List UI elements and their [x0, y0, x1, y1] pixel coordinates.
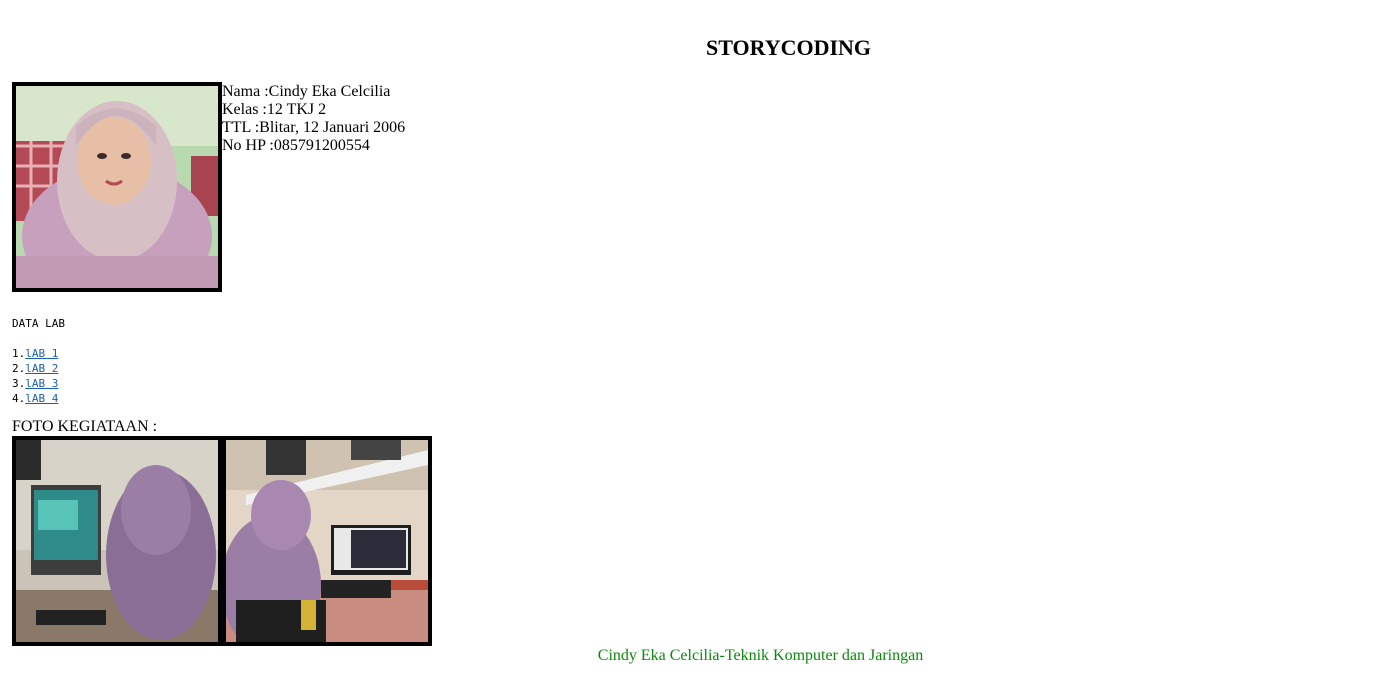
lab-4-link[interactable]: lAB 4 — [25, 392, 58, 405]
footer-text: Cindy Eka Celcilia-Teknik Komputer dan J… — [597, 647, 924, 664]
lab-item: 2.lAB 2 — [12, 362, 59, 375]
lab-item: 1.lAB 1 — [12, 347, 59, 360]
activity-photo-2 — [226, 440, 428, 642]
foto-gallery — [12, 436, 432, 646]
lab-section: DATA LAB 1.lAB 1 2.lAB 2 3.lAB 3 4.lAB 4 — [12, 316, 65, 406]
activity-photo-1 — [16, 440, 218, 642]
profile-name-line: Nama :Cindy Eka Celcilia — [222, 83, 391, 100]
lab-1-link[interactable]: lAB 1 — [25, 347, 58, 360]
profile-phone-line: No HP :085791200554 — [222, 137, 370, 154]
lab-2-link[interactable]: lAB 2 — [25, 362, 58, 375]
profile-photo — [12, 82, 222, 292]
lab-title: DATA LAB — [12, 317, 65, 330]
lab-3-link[interactable]: lAB 3 — [25, 377, 58, 390]
profile-class-line: Kelas :12 TKJ 2 — [222, 101, 327, 118]
foto-label: FOTO KEGIATAAN : — [12, 418, 158, 435]
profile-birth-line: TTL :Blitar, 12 Januari 2006 — [222, 119, 406, 136]
lab-item: 4.lAB 4 — [12, 392, 59, 405]
lab-item: 3.lAB 3 — [12, 377, 59, 390]
page-title: STORYCODING — [705, 35, 872, 60]
profile-photo-image — [16, 86, 218, 288]
profile-info: Nama :Cindy Eka Celcilia Kelas :12 TKJ 2… — [222, 83, 405, 155]
